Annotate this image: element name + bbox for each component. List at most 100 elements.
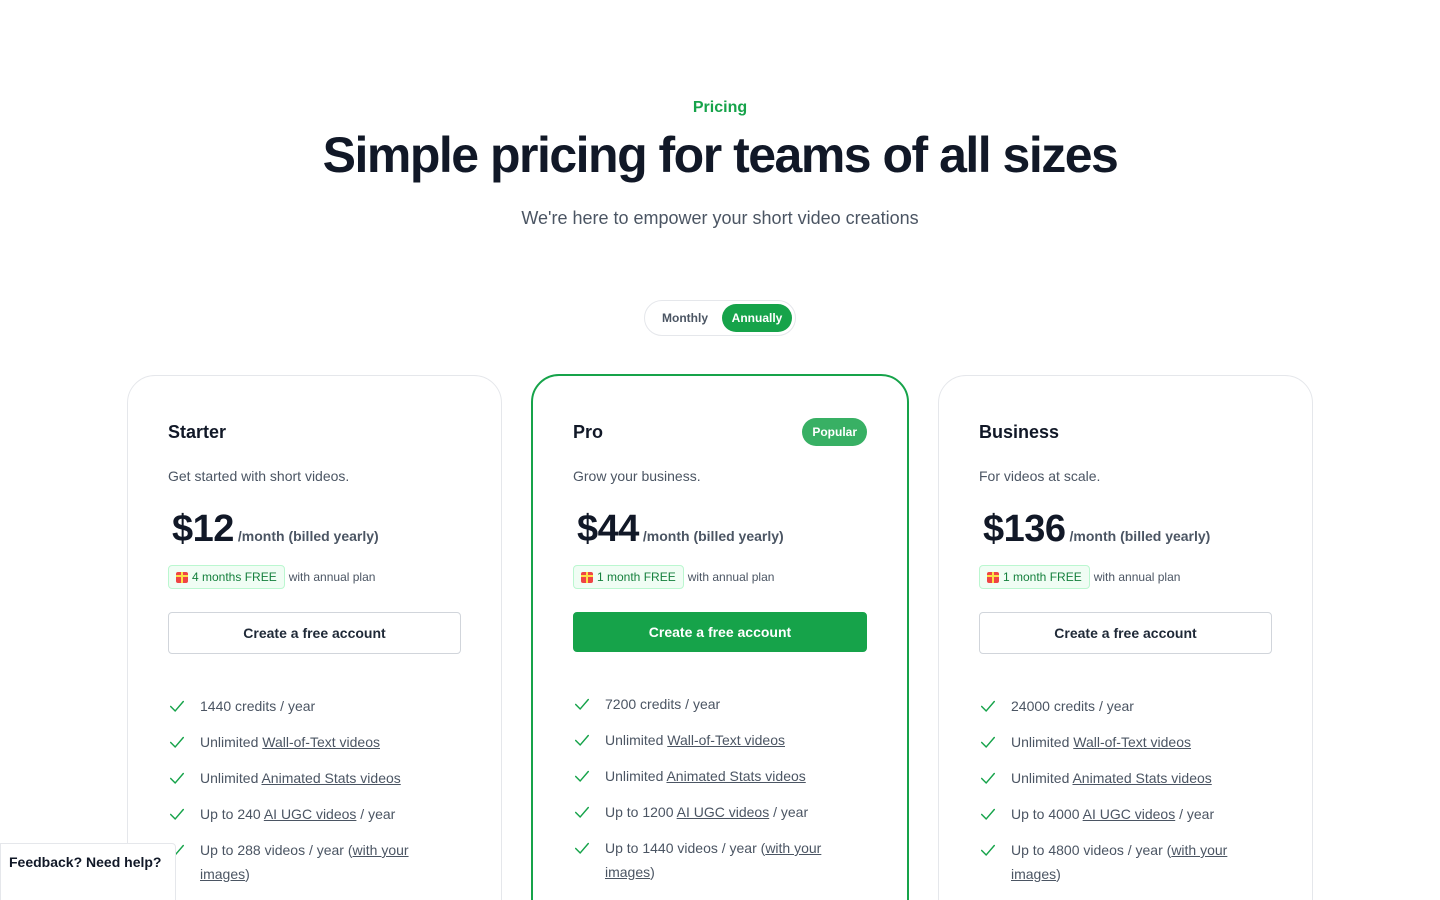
feature-text: Up to 288 videos / year (with your image…: [200, 838, 461, 886]
price-suffix: /month (billed yearly): [1069, 528, 1211, 544]
create-account-button[interactable]: Create a free account: [168, 612, 461, 654]
feature-text-pre: Up to 4800 videos / year (: [1011, 842, 1172, 858]
feature-text-pre: 1440 credits / year: [200, 698, 316, 714]
page-title: Simple pricing for teams of all sizes: [322, 127, 1119, 183]
feedback-widget[interactable]: Feedback? Need help?: [0, 843, 176, 900]
pricing-eyebrow: Pricing: [692, 99, 748, 116]
promo-pill: 1 month FREE: [573, 565, 684, 589]
check-icon: [168, 694, 188, 718]
check-icon: [573, 764, 593, 788]
feature-item: 7200 credits / year: [573, 692, 867, 716]
check-icon: [979, 838, 999, 862]
price-row: $12 /month (billed yearly): [172, 508, 379, 551]
feature-item: Unlimited Animated Stats videos: [168, 766, 461, 790]
feature-item: Unlimited Wall-of-Text videos: [168, 730, 461, 754]
gift-icon: [581, 571, 593, 583]
feature-text-pre: Up to 1200: [605, 804, 677, 820]
create-account-button[interactable]: Create a free account: [979, 612, 1272, 654]
feature-item: Unlimited Wall-of-Text videos: [573, 728, 867, 752]
feature-list: 7200 credits / year Unlimited Wall-of-Tex…: [573, 692, 867, 896]
feature-link[interactable]: Animated Stats videos: [666, 768, 805, 784]
toggle-monthly[interactable]: Monthly: [648, 304, 722, 332]
feature-text: Up to 4000 AI UGC videos / year: [1011, 802, 1214, 826]
feature-text-post: ): [245, 866, 250, 882]
feature-link[interactable]: Animated Stats videos: [261, 770, 400, 786]
feature-item: Up to 288 videos / year (with your image…: [168, 838, 461, 886]
feature-text-pre: Unlimited: [200, 734, 263, 750]
check-icon: [168, 730, 188, 754]
promo-row: 1 month FREE with annual plan: [979, 565, 1180, 589]
check-icon: [168, 802, 188, 826]
feature-text: Unlimited Wall-of-Text videos: [1011, 730, 1191, 754]
feature-link[interactable]: AI UGC videos: [264, 806, 357, 822]
promo-label: 1 month FREE: [597, 570, 676, 584]
plan-name: Pro: [573, 422, 604, 442]
feature-link[interactable]: AI UGC videos: [677, 804, 770, 820]
feature-text: Unlimited Animated Stats videos: [605, 764, 806, 788]
price-suffix: /month (billed yearly): [237, 528, 379, 544]
promo-pill: 4 months FREE: [168, 565, 285, 589]
feature-text-pre: Up to 4000: [1011, 806, 1083, 822]
feature-text-post: / year: [356, 806, 396, 822]
feature-text-pre: Unlimited: [605, 768, 667, 784]
price-suffix: /month (billed yearly): [642, 528, 784, 544]
check-icon: [573, 836, 593, 860]
feature-link[interactable]: Wall-of-Text videos: [262, 734, 380, 750]
feature-text: Unlimited Wall-of-Text videos: [200, 730, 380, 754]
feature-text: 24000 credits / year: [1011, 694, 1134, 718]
plan-name: Starter: [168, 422, 227, 442]
price-row: $136 /month (billed yearly): [983, 508, 1210, 551]
feature-item: Up to 4800 videos / year (with your imag…: [979, 838, 1272, 886]
feature-item: Unlimited Animated Stats videos: [979, 766, 1272, 790]
plan-price: $12: [172, 508, 234, 550]
plan-name: Business: [979, 422, 1060, 442]
plan-card-business: Business For videos at scale. $136 /mont…: [938, 375, 1313, 900]
feature-text-post: ): [1056, 866, 1061, 882]
feature-list: 1440 credits / year Unlimited Wall-of-Tex…: [168, 694, 461, 898]
feature-text-pre: Up to 1440 videos / year (: [605, 840, 766, 856]
feature-text: 1440 credits / year: [200, 694, 315, 718]
feature-text-post: / year: [769, 804, 809, 820]
billing-toggle[interactable]: Monthly Annually: [644, 300, 796, 336]
promo-pill: 1 month FREE: [979, 565, 1090, 589]
plan-price: $44: [577, 508, 639, 550]
gift-icon: [987, 571, 999, 583]
feature-text: Up to 1200 AI UGC videos / year: [605, 800, 808, 824]
feature-link[interactable]: AI UGC videos: [1083, 806, 1176, 822]
plan-card-starter: Starter Get started with short videos. $…: [127, 375, 502, 900]
promo-row: 1 month FREE with annual plan: [573, 565, 774, 589]
feature-text-pre: Up to 288 videos / year (: [200, 842, 353, 858]
feature-text-post: ): [650, 864, 655, 880]
feature-item: Unlimited Animated Stats videos: [573, 764, 867, 788]
feature-text-pre: Unlimited: [1011, 770, 1073, 786]
feature-text-pre: Unlimited: [1011, 734, 1074, 750]
feature-item: Up to 1200 AI UGC videos / year: [573, 800, 867, 824]
feature-link[interactable]: Animated Stats videos: [1072, 770, 1211, 786]
feature-item: Up to 4000 AI UGC videos / year: [979, 802, 1272, 826]
check-icon: [573, 728, 593, 752]
feature-link[interactable]: Wall-of-Text videos: [667, 732, 785, 748]
check-icon: [979, 802, 999, 826]
popular-badge: Popular: [802, 418, 867, 446]
feature-link[interactable]: Wall-of-Text videos: [1073, 734, 1191, 750]
feature-text: 7200 credits / year: [605, 692, 720, 716]
check-icon: [979, 694, 999, 718]
feature-text-pre: Unlimited: [200, 770, 262, 786]
plan-description: For videos at scale.: [979, 468, 1101, 484]
feature-text: Unlimited Animated Stats videos: [1011, 766, 1212, 790]
feature-item: 1440 credits / year: [168, 694, 461, 718]
promo-suffix: with annual plan: [1093, 570, 1181, 584]
toggle-annually[interactable]: Annually: [722, 304, 792, 332]
check-icon: [979, 730, 999, 754]
feature-text: Up to 240 AI UGC videos / year: [200, 802, 395, 826]
promo-suffix: with annual plan: [288, 570, 376, 584]
feature-item: Unlimited Wall-of-Text videos: [979, 730, 1272, 754]
feature-text: Up to 1440 videos / year (with your imag…: [605, 836, 867, 884]
check-icon: [573, 692, 593, 716]
feature-text-pre: 24000 credits / year: [1011, 698, 1134, 714]
create-account-button[interactable]: Create a free account: [573, 612, 867, 652]
check-icon: [979, 766, 999, 790]
price-row: $44 /month (billed yearly): [577, 508, 784, 551]
plan-description: Get started with short videos.: [168, 468, 350, 484]
feature-text: Unlimited Animated Stats videos: [200, 766, 401, 790]
